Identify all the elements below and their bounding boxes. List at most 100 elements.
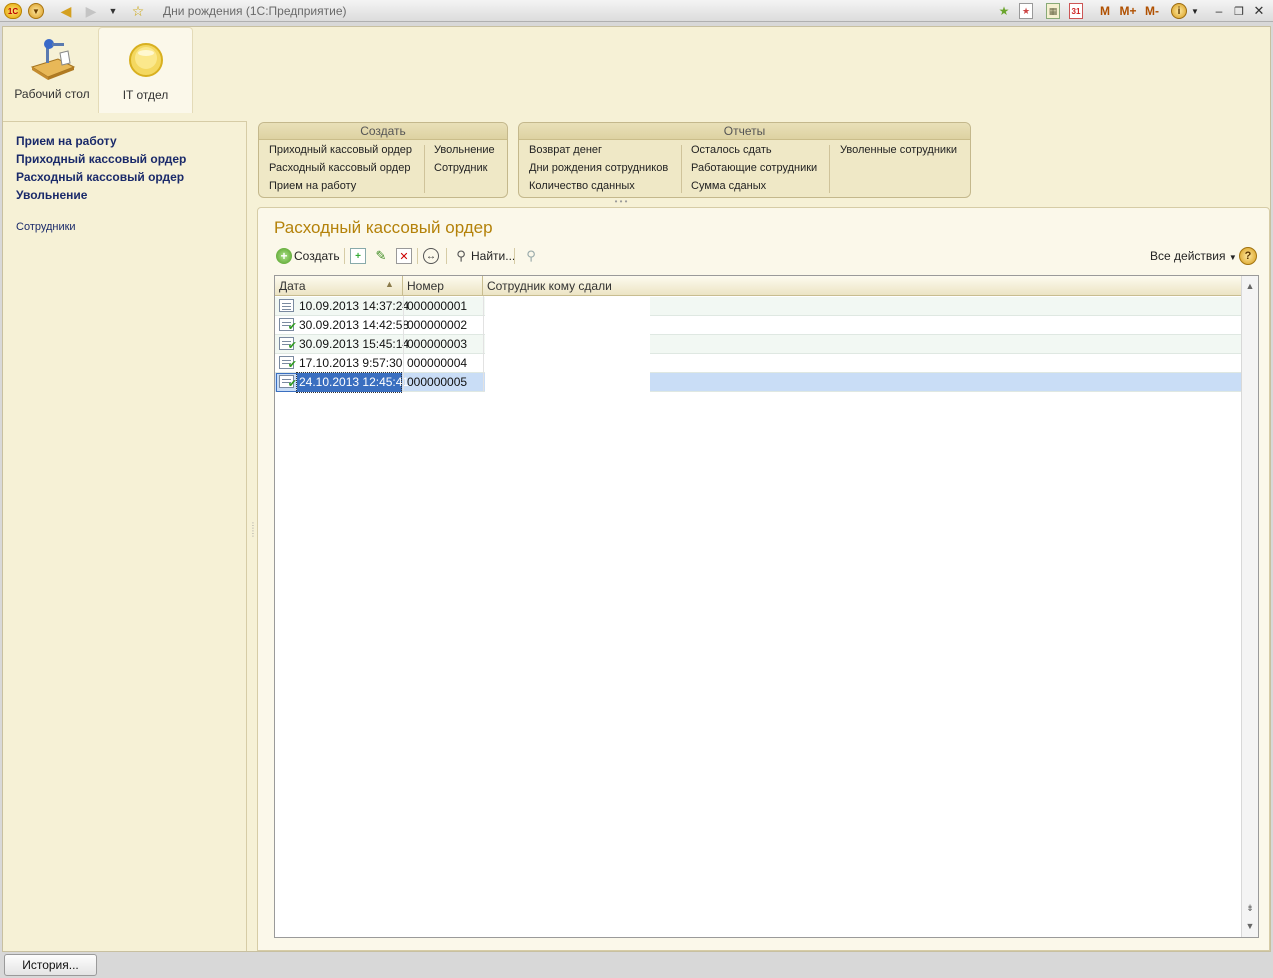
divider (424, 145, 425, 193)
cell-date: 10.09.2013 14:37:24 (299, 299, 410, 313)
cell-number: 000000003 (407, 337, 468, 351)
main-menu-icon[interactable]: ▼ (28, 3, 44, 19)
scroll-up-icon[interactable]: ▲ (1242, 278, 1258, 294)
divider (829, 145, 830, 193)
vertical-splitter[interactable]: ⋮ ⋮ (249, 522, 257, 548)
nav-item-dismissal[interactable]: Увольнение (16, 188, 87, 202)
nav-item-incoming-cash-order[interactable]: Приходный кассовый ордер (16, 152, 186, 166)
scroll-to-end-icon[interactable]: ⇟ (1242, 900, 1258, 916)
report-money-return[interactable]: Возврат денег (529, 144, 602, 156)
calendar-icon[interactable]: 31 (1069, 3, 1083, 19)
window-title: Дни рождения (1С:Предприятие) (163, 4, 347, 18)
table-row[interactable]: ✔ 30.09.2013 15:45:14 000000003 (275, 335, 1242, 354)
memory-plus-button[interactable]: M+ (1117, 3, 1139, 19)
cell-employee (485, 316, 650, 335)
cell-number: 000000004 (407, 356, 468, 370)
plus-icon: + (276, 248, 292, 264)
cell-employee (485, 354, 650, 373)
forward-arrow-icon[interactable]: ▶ (83, 3, 99, 19)
create-button[interactable]: + Создать (276, 246, 340, 266)
help-icon[interactable]: ? (1239, 247, 1257, 265)
section-label: Рабочий стол (14, 87, 90, 101)
report-remaining[interactable]: Осталось сдать (691, 144, 772, 156)
history-button[interactable]: История... (4, 954, 97, 976)
title-bar: 1С ▼ ◀ ▶ ▼ ☆ Дни рождения (1С:Предприяти… (0, 0, 1273, 22)
status-bar: История... (0, 952, 1273, 978)
cell-number: 000000005 (407, 375, 468, 389)
documents-table: Дата ▲ Номер Сотрудник кому сдали 10.09.… (274, 275, 1259, 938)
calculator-icon[interactable]: ▦ (1046, 3, 1060, 19)
sort-ascending-icon: ▲ (385, 279, 394, 289)
create-outgoing-cash-order[interactable]: Расходный кассовый ордер (269, 162, 410, 174)
report-working-employees[interactable]: Работающие сотрудники (691, 162, 817, 174)
report-dismissed-employees[interactable]: Уволенные сотрудники (840, 144, 957, 156)
table-row[interactable]: ✔ 17.10.2013 9:57:30 000000004 (275, 354, 1242, 373)
create-group-title: Создать (259, 123, 507, 140)
minimize-icon[interactable]: – (1212, 3, 1226, 19)
section-label: IT отдел (122, 88, 169, 102)
nav-item-outgoing-cash-order[interactable]: Расходный кассовый ордер (16, 170, 184, 184)
close-icon[interactable]: ✕ (1252, 3, 1266, 19)
sections-panel: Рабочий стол IT отдел (3, 27, 1270, 119)
edit-button[interactable]: ✎ (373, 246, 389, 266)
create-hiring[interactable]: Прием на работу (269, 180, 356, 192)
memory-minus-button[interactable]: M- (1141, 3, 1163, 19)
delete-mark-button[interactable]: ✕ (396, 246, 412, 266)
vertical-scrollbar[interactable]: ▲ ⇟ ▼ (1241, 276, 1258, 937)
cell-number: 000000001 (407, 299, 468, 313)
find-in-list-button[interactable]: ↔ (423, 246, 439, 266)
section-it-department[interactable]: IT отдел (98, 27, 193, 113)
reports-group-title: Отчеты (519, 123, 970, 140)
navigation-panel: Прием на работу Приходный кассовый ордер… (3, 121, 247, 951)
divider (344, 248, 345, 264)
pencil-icon: ✎ (375, 248, 387, 263)
magnifier-icon: ⚲ (456, 248, 466, 263)
report-submitted-count[interactable]: Количество сданных (529, 180, 635, 192)
nav-item-hiring[interactable]: Прием на работу (16, 134, 117, 148)
add-to-favorites-icon[interactable]: ★ (996, 3, 1012, 19)
create-dismissal[interactable]: Увольнение (434, 144, 495, 156)
history-dropdown-icon[interactable]: ▼ (106, 3, 120, 19)
create-action-group: Создать Приходный кассовый ордер Расходн… (258, 122, 508, 198)
column-header-number[interactable]: Номер (403, 276, 483, 296)
posted-document-icon: ✔ (279, 337, 297, 352)
section-desktop[interactable]: Рабочий стол (9, 27, 95, 113)
app-logo-icon[interactable]: 1С (4, 3, 22, 19)
reports-action-group: Отчеты Возврат денег Дни рождения сотруд… (518, 122, 971, 198)
memory-button[interactable]: M (1098, 3, 1112, 19)
table-header: Дата ▲ Номер Сотрудник кому сдали (275, 276, 1242, 296)
cancel-search-icon: ⚲ (526, 248, 536, 263)
desktop-icon (30, 39, 76, 80)
cell-employee (485, 297, 650, 316)
cell-date: 17.10.2013 9:57:30 (299, 356, 403, 370)
report-submitted-sum[interactable]: Сумма сданых (691, 180, 766, 192)
cell-employee (485, 373, 650, 392)
main-window: Рабочий стол IT отдел Прием на работу Пр… (2, 26, 1271, 952)
column-header-employee[interactable]: Сотрудник кому сдали (483, 276, 1242, 296)
restore-icon[interactable]: ❐ (1232, 3, 1246, 19)
create-incoming-cash-order[interactable]: Приходный кассовый ордер (269, 144, 412, 156)
favorites-star-icon[interactable]: ☆ (130, 3, 146, 19)
report-employee-birthdays[interactable]: Дни рождения сотрудников (529, 162, 668, 174)
column-header-date[interactable]: Дата (275, 276, 403, 296)
back-arrow-icon[interactable]: ◀ (58, 3, 74, 19)
table-row-selected[interactable]: ✔ 24.10.2013 12:45:41 000000005 (275, 372, 1242, 393)
find-button-label: Найти... (471, 249, 516, 263)
posted-document-icon: ✔ (279, 356, 297, 371)
cell-date: 24.10.2013 12:45:41 (296, 372, 409, 393)
nav-item-employees[interactable]: Сотрудники (16, 221, 76, 233)
all-actions-menu[interactable]: Все действия ▼ (1150, 246, 1237, 266)
chevron-down-icon: ▼ (1228, 253, 1237, 262)
info-dropdown-icon[interactable]: ▼ (1190, 3, 1200, 19)
cell-number: 000000002 (407, 318, 468, 332)
table-row[interactable]: 10.09.2013 14:37:24 000000001 (275, 297, 1242, 316)
copy-button[interactable]: + (350, 246, 366, 266)
horizontal-splitter[interactable]: • • • (606, 198, 636, 206)
find-button[interactable]: ⚲ Найти... (453, 246, 515, 266)
scroll-down-icon[interactable]: ▼ (1242, 918, 1258, 934)
cancel-search-button[interactable]: ⚲ (523, 246, 539, 266)
create-employee[interactable]: Сотрудник (434, 162, 487, 174)
table-row[interactable]: ✔ 30.09.2013 14:42:58 000000002 (275, 316, 1242, 335)
link-icon[interactable]: ★ (1019, 3, 1033, 19)
info-icon[interactable]: i (1171, 3, 1187, 19)
